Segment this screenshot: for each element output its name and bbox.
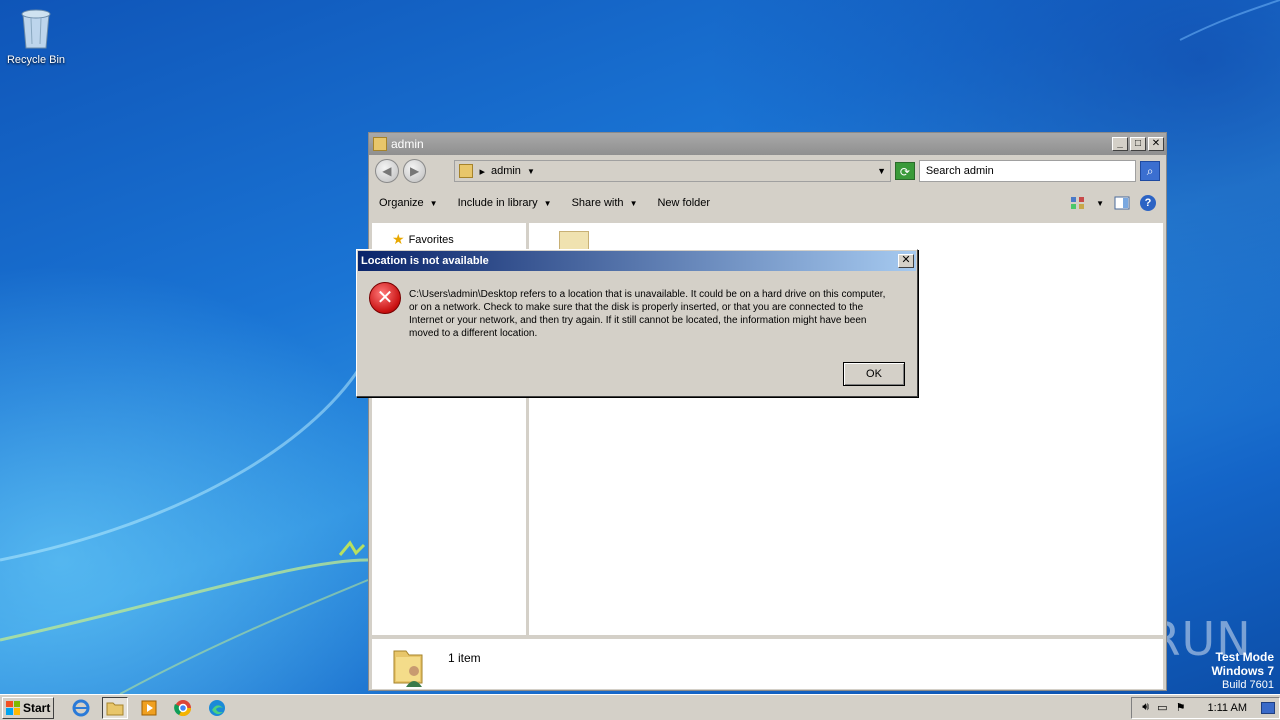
location-unavailable-dialog: Location is not available ✕ ✕ C:\Users\a… <box>356 249 918 397</box>
user-folder-icon <box>459 164 474 178</box>
favorites-label: Favorites <box>408 233 454 246</box>
breadcrumb-dropdown[interactable]: ▼ <box>527 167 535 176</box>
chevron-down-icon: ▼ <box>429 198 438 208</box>
windows-logo-icon <box>6 700 20 715</box>
chrome-icon[interactable] <box>170 697 196 719</box>
item-count: 1 item <box>448 651 481 665</box>
breadcrumb-separator[interactable]: ▸ <box>479 165 485 178</box>
share-with-button[interactable]: Share with ▼ <box>572 197 638 209</box>
clock[interactable]: 1:11 AM <box>1207 702 1247 714</box>
new-folder-label: New folder <box>657 197 711 209</box>
organize-button[interactable]: Organize ▼ <box>379 197 438 209</box>
include-in-library-button[interactable]: Include in library ▼ <box>458 197 552 209</box>
view-options-icon[interactable] <box>1070 196 1086 210</box>
internet-explorer-icon[interactable] <box>68 697 94 719</box>
close-button[interactable]: ✕ <box>1148 137 1164 151</box>
recycle-bin-icon <box>19 6 53 50</box>
dialog-close-button[interactable]: ✕ <box>898 254 914 268</box>
network-icon[interactable]: ▭ <box>1157 701 1167 714</box>
system-tray: 🔊︎ ▭ ⚑ 1:11 AM <box>1131 696 1280 719</box>
address-bar[interactable]: ▸ admin ▼ ▼ <box>454 160 892 182</box>
dialog-message: C:\Users\admin\Desktop refers to a locat… <box>409 289 886 339</box>
dialog-title: Location is not available <box>361 255 489 267</box>
minimize-button[interactable]: _ <box>1112 137 1128 151</box>
taskbar-apps <box>68 696 230 719</box>
start-button[interactable]: Start <box>2 696 54 719</box>
address-toolbar: ◀ ▶ ▸ admin ▼ ▼ ⟳ Search admin ⌕ <box>369 155 1166 187</box>
watermark-line2: Windows 7 <box>1211 664 1274 678</box>
maximize-button[interactable]: □ <box>1130 137 1146 151</box>
chevron-down-icon: ▼ <box>629 198 638 208</box>
windows-explorer-icon[interactable] <box>102 696 128 719</box>
watermark-line3: Build 7601 <box>1222 679 1274 691</box>
watermark-line1: Test Mode <box>1215 650 1274 664</box>
star-icon: ★ <box>392 231 405 247</box>
error-icon: ✕ <box>369 282 401 314</box>
organize-label: Organize <box>379 197 424 209</box>
command-bar: Organize ▼ Include in library ▼ Share wi… <box>369 187 1166 219</box>
start-label: Start <box>23 700 51 715</box>
forward-button[interactable]: ▶ <box>402 159 427 183</box>
dialog-titlebar[interactable]: Location is not available ✕ <box>358 251 916 271</box>
folder-icon <box>373 137 387 151</box>
user-folder-icon <box>392 645 428 687</box>
test-mode-watermark: Test Mode Windows 7 Build 7601 <box>1211 650 1274 692</box>
show-desktop-icon[interactable] <box>1261 701 1275 714</box>
recycle-bin-label: Recycle Bin <box>6 54 66 66</box>
folder-item-icon[interactable] <box>559 231 589 251</box>
breadcrumb-admin[interactable]: admin <box>491 165 521 177</box>
explorer-titlebar[interactable]: admin _ □ ✕ <box>369 133 1166 155</box>
action-center-flag-icon[interactable]: ⚑ <box>1176 701 1186 714</box>
new-folder-button[interactable]: New folder <box>657 197 710 209</box>
back-button[interactable]: ◀ <box>375 159 399 183</box>
search-input[interactable]: Search admin <box>918 160 1137 182</box>
chevron-down-icon: ▼ <box>543 198 552 208</box>
include-in-library-label: Include in library <box>457 197 538 209</box>
refresh-button[interactable]: ⟳ <box>895 162 915 180</box>
explorer-window: admin _ □ ✕ ◀ ▶ ▸ admin ▼ ▼ ⟳ Search adm… <box>368 132 1167 691</box>
details-pane: 1 item <box>372 639 1163 689</box>
taskbar: Start 🔊︎ ▭ ⚑ 1:11 AM <box>0 694 1280 720</box>
view-options-dropdown[interactable]: ▼ <box>1096 199 1104 208</box>
share-with-label: Share with <box>571 197 624 209</box>
volume-icon[interactable]: 🔊︎ <box>1142 701 1149 714</box>
ok-button[interactable]: OK <box>843 362 905 386</box>
help-icon[interactable]: ? <box>1140 195 1156 211</box>
explorer-title: admin <box>391 137 424 151</box>
preview-pane-icon[interactable] <box>1114 196 1130 210</box>
address-history-dropdown[interactable]: ▼ <box>877 166 886 176</box>
recycle-bin-shortcut[interactable]: Recycle Bin <box>4 6 68 66</box>
media-player-icon[interactable] <box>136 697 162 719</box>
search-icon[interactable]: ⌕ <box>1140 161 1160 181</box>
edge-icon[interactable] <box>204 697 230 719</box>
nav-item-favorites[interactable]: ★ Favorites <box>392 231 506 248</box>
